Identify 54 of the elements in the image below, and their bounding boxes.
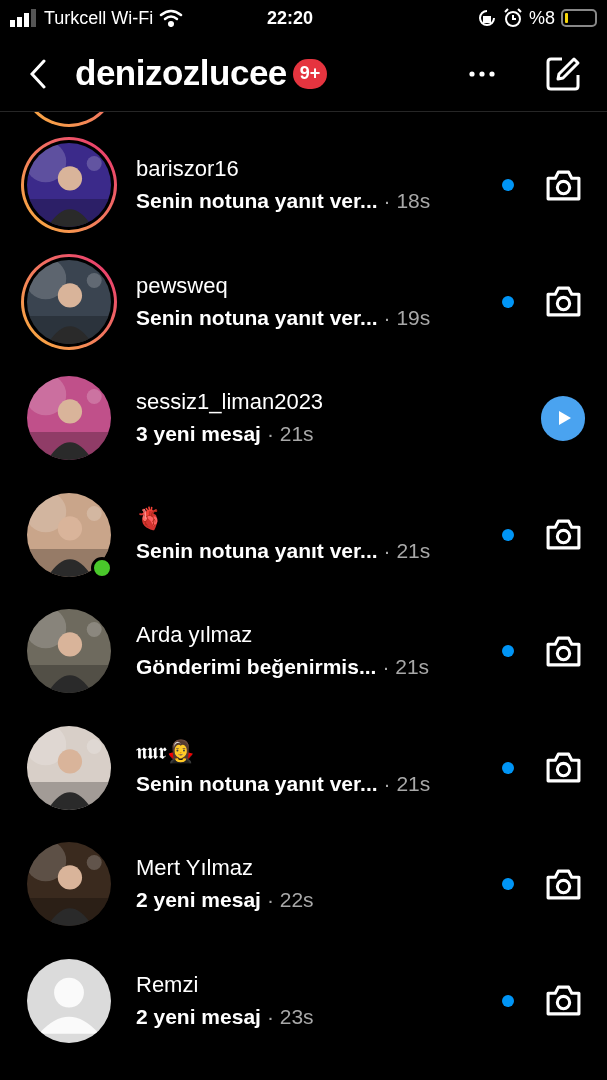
carrier-name: Turkcell Wi-Fi [44,6,154,30]
message-preview: Gönderimi beğenirmis... [136,654,377,681]
username: Mert Yılmaz [136,855,254,882]
alarm-icon [503,8,523,28]
clock: 22:20 [265,6,314,30]
message-time: · 19s [383,304,431,331]
camera-icon[interactable] [544,984,582,1018]
camera-icon[interactable] [544,867,582,901]
chat-row[interactable]: 𝖓𝖚𝖗🧛‍♀ Senin notuna yanıt ver... · 21s [0,709,607,826]
chat-row[interactable]: bariszor16 Senin notuna yanıt ver... · 18s [0,127,607,244]
username: 🫀 [136,505,164,532]
battery-percent: %8 [529,6,555,30]
play-button[interactable] [541,395,585,441]
username: sessiz1_liman2023 [136,389,325,416]
username: 𝖓𝖚𝖗🧛‍♀ [136,738,195,765]
message-time: · 21s [382,654,430,681]
message-time: · 21s [266,421,314,448]
chat-row[interactable]: pewsweq Senin notuna yanıt ver... · 19s [0,243,607,360]
compose-icon[interactable] [545,55,581,92]
message-time: · 22s [266,887,314,914]
chat-row[interactable]: sessiz1_liman2023 3 yeni mesaj · 21s [0,360,607,477]
username: Remzi [136,971,200,998]
camera-icon[interactable] [544,751,582,785]
back-icon[interactable] [30,58,46,89]
more-icon[interactable] [469,70,495,77]
message-time: · 18s [383,188,431,215]
message-time: · 21s [383,537,431,564]
message-preview: Senin notuna yanıt ver... [136,188,378,215]
play-icon [558,411,571,426]
chat-row[interactable]: Remzi 2 yeni mesaj · 23s [0,942,607,1059]
camera-icon[interactable] [544,518,582,552]
signal-icon [10,9,38,27]
rotation-lock-icon [477,8,497,28]
account-name: denizozlucee [75,52,287,95]
message-preview: 3 yeni mesaj [136,421,261,448]
message-time: · 21s [383,770,431,797]
username: bariszor16 [136,156,240,183]
chat-row[interactable]: 🫀 Senin notuna yanıt ver... · 21s [0,476,607,593]
message-preview: 2 yeni mesaj [136,1003,261,1030]
message-time: · 23s [266,1003,314,1030]
message-preview: Senin notuna yanıt ver... [136,304,378,331]
camera-icon[interactable] [544,634,582,668]
notification-badge: 9+ [292,58,328,89]
battery-icon [561,9,597,27]
chat-row[interactable]: Arda yılmaz Gönderimi beğenirmis... · 21s [0,593,607,710]
message-preview: Senin notuna yanıt ver... [136,537,378,564]
username: pewsweq [136,272,229,299]
message-preview: 2 yeni mesaj [136,887,261,914]
chat-row[interactable]: Mert Yılmaz 2 yeni mesaj · 22s [0,826,607,943]
username: Arda yılmaz [136,622,254,649]
message-preview: Senin notuna yanıt ver... [136,770,378,797]
camera-icon[interactable] [544,168,582,202]
camera-icon[interactable] [544,285,582,319]
wifi-icon [159,9,184,27]
